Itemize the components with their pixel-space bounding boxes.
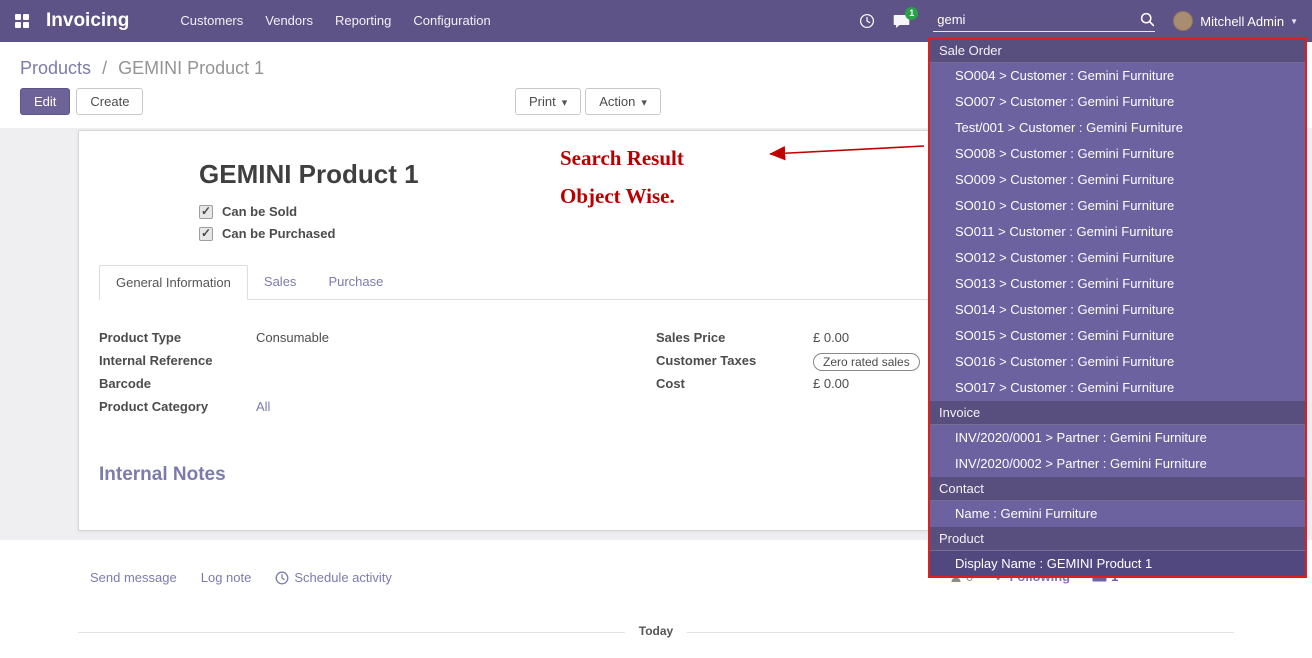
search-result-item[interactable]: SO012 > Customer : Gemini Furniture	[930, 245, 1305, 271]
record-buttons: Edit Create	[20, 88, 143, 115]
search-result-item[interactable]: SO007 > Customer : Gemini Furniture	[930, 89, 1305, 115]
product-type-value[interactable]: Consumable	[256, 330, 329, 345]
chevron-down-icon	[641, 94, 647, 109]
product-category-row: Product Category All	[99, 399, 656, 418]
internal-reference-label: Internal Reference	[99, 353, 256, 368]
dropdown-section-invoice: Invoice	[930, 401, 1305, 425]
print-button[interactable]: Print	[515, 88, 581, 115]
dropdown-section-contact: Contact	[930, 477, 1305, 501]
left-field-column: Product Type Consumable Internal Referen…	[99, 330, 656, 422]
annotation-text: Search Result Object Wise.	[560, 146, 684, 222]
tab-general-information[interactable]: General Information	[99, 265, 248, 300]
annotation-arrow	[756, 140, 928, 164]
print-label: Print	[529, 94, 556, 109]
schedule-activity-button[interactable]: Schedule activity	[275, 570, 392, 585]
chatter-actions: Send message Log note Schedule activity	[90, 570, 392, 585]
search-result-item[interactable]: SO014 > Customer : Gemini Furniture	[930, 297, 1305, 323]
internal-reference-row: Internal Reference	[99, 353, 656, 372]
search-input[interactable]	[933, 10, 1140, 29]
can-be-purchased-checkbox[interactable]	[199, 227, 213, 241]
can-be-sold-label: Can be Sold	[222, 204, 297, 219]
search-results-dropdown: Sale Order SO004 > Customer : Gemini Fur…	[928, 37, 1307, 578]
cost-value[interactable]: £ 0.00	[813, 376, 849, 391]
dropdown-section-sale-order: Sale Order	[930, 39, 1305, 63]
sales-price-value[interactable]: £ 0.00	[813, 330, 849, 345]
action-button[interactable]: Action	[585, 88, 661, 115]
topbar: Invoicing Customers Vendors Reporting Co…	[0, 0, 1312, 42]
topbar-right: 1 Mitchell Admin	[850, 10, 1298, 32]
schedule-activity-label: Schedule activity	[294, 570, 392, 585]
chevron-down-icon	[1290, 16, 1298, 27]
can-be-purchased-label: Can be Purchased	[222, 226, 335, 241]
search-result-item[interactable]: SO008 > Customer : Gemini Furniture	[930, 141, 1305, 167]
search-result-item[interactable]: SO004 > Customer : Gemini Furniture	[930, 63, 1305, 89]
action-label: Action	[599, 94, 635, 109]
menu-reporting[interactable]: Reporting	[324, 0, 402, 42]
app-name[interactable]: Invoicing	[46, 10, 129, 32]
product-type-row: Product Type Consumable	[99, 330, 656, 349]
activities-clock-icon[interactable]	[859, 13, 875, 29]
customer-taxes-label: Customer Taxes	[656, 353, 813, 368]
search-result-item-selected[interactable]: Display Name : GEMINI Product 1	[930, 551, 1305, 577]
sales-price-label: Sales Price	[656, 330, 813, 345]
product-category-label: Product Category	[99, 399, 256, 414]
search-result-item[interactable]: Test/001 > Customer : Gemini Furniture	[930, 115, 1305, 141]
annotation-line-1: Search Result	[560, 146, 684, 171]
edit-button[interactable]: Edit	[20, 88, 70, 115]
search-result-item[interactable]: INV/2020/0002 > Partner : Gemini Furnitu…	[930, 451, 1305, 477]
search-result-item[interactable]: SO011 > Customer : Gemini Furniture	[930, 219, 1305, 245]
barcode-label: Barcode	[99, 376, 256, 391]
search-result-item[interactable]: SO013 > Customer : Gemini Furniture	[930, 271, 1305, 297]
search-result-item[interactable]: INV/2020/0001 > Partner : Gemini Furnitu…	[930, 425, 1305, 451]
apps-menu-icon[interactable]	[14, 13, 30, 29]
cost-label: Cost	[656, 376, 813, 391]
today-divider: Today	[78, 632, 1234, 633]
tab-purchase[interactable]: Purchase	[312, 265, 399, 299]
customer-taxes-tag[interactable]: Zero rated sales	[813, 353, 920, 371]
menu-customers[interactable]: Customers	[169, 0, 254, 42]
breadcrumb-products[interactable]: Products	[20, 58, 91, 78]
today-label: Today	[625, 624, 687, 638]
dropdown-section-product: Product	[930, 527, 1305, 551]
messages-badge: 1	[905, 7, 918, 20]
breadcrumb-current: GEMINI Product 1	[118, 58, 264, 78]
search-result-item[interactable]: SO017 > Customer : Gemini Furniture	[930, 375, 1305, 401]
breadcrumb-separator: /	[102, 58, 107, 78]
messages-icon[interactable]: 1	[893, 14, 910, 29]
send-message-button[interactable]: Send message	[90, 570, 177, 585]
annotation-line-2: Object Wise.	[560, 184, 684, 209]
search-icon[interactable]	[1140, 12, 1155, 27]
menu-vendors[interactable]: Vendors	[254, 0, 324, 42]
search-result-item[interactable]: SO016 > Customer : Gemini Furniture	[930, 349, 1305, 375]
search-result-item[interactable]: SO010 > Customer : Gemini Furniture	[930, 193, 1305, 219]
user-menu[interactable]: Mitchell Admin	[1173, 11, 1298, 31]
main-menus: Customers Vendors Reporting Configuratio…	[169, 0, 501, 42]
product-type-label: Product Type	[99, 330, 256, 345]
search-result-item[interactable]: SO015 > Customer : Gemini Furniture	[930, 323, 1305, 349]
action-buttons: Print Action	[515, 88, 661, 115]
product-category-value[interactable]: All	[256, 399, 270, 414]
log-note-button[interactable]: Log note	[201, 570, 252, 585]
search-result-item[interactable]: SO009 > Customer : Gemini Furniture	[930, 167, 1305, 193]
screen: Invoicing Customers Vendors Reporting Co…	[0, 0, 1312, 658]
user-name: Mitchell Admin	[1200, 14, 1284, 29]
create-button[interactable]: Create	[76, 88, 143, 115]
chevron-down-icon	[562, 94, 568, 109]
breadcrumb: Products / GEMINI Product 1	[20, 58, 264, 79]
schedule-activity-clock-icon	[275, 571, 289, 585]
global-search	[933, 10, 1155, 32]
barcode-row: Barcode	[99, 376, 656, 395]
menu-configuration[interactable]: Configuration	[402, 0, 501, 42]
tab-sales[interactable]: Sales	[248, 265, 313, 299]
avatar	[1173, 11, 1193, 31]
search-result-item[interactable]: Name : Gemini Furniture	[930, 501, 1305, 527]
can-be-sold-checkbox[interactable]	[199, 205, 213, 219]
